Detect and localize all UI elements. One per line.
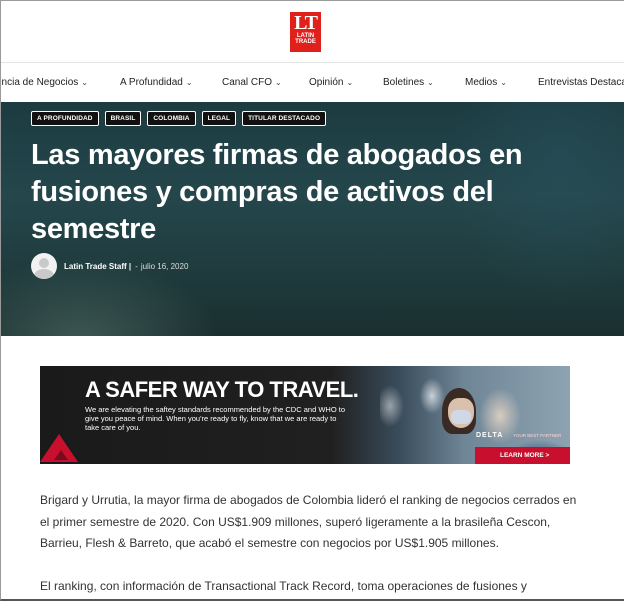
ad-body-text: We are elevating the saftey standards re… [85,405,345,432]
delta-partner-text: YOUR BEST PARTNER [513,433,562,438]
nav-item-boletines[interactable]: Boletines ⌄ [383,63,434,103]
chevron-down-icon: ⌄ [275,78,282,87]
ad-passenger-mask [451,410,471,424]
chevron-down-icon: ⌄ [185,78,193,87]
delta-widget-inner-icon [54,450,68,460]
article-title: Las mayores firmas de abogados en fusion… [31,139,523,245]
nav-item-opinion[interactable]: Opinión ⌄ [309,63,353,103]
article-paragraph-1: Brigard y Urrutia, la mayor firma de abo… [40,493,577,550]
logo-text: LT [294,12,318,34]
publish-date: julio 16, 2020 [140,261,189,271]
tag-a-profundidad[interactable]: A PROFUNDIDAD [31,111,99,126]
chevron-down-icon: ⌄ [81,78,88,87]
chevron-down-icon: ⌄ [500,78,507,87]
author-name[interactable]: Latin Trade Staff | [64,262,131,271]
meta-separator: - [135,261,138,271]
chevron-down-icon: ⌄ [346,78,354,87]
logo-subtext: LATIN TRADE [295,33,316,45]
tag-legal[interactable]: LEGAL [201,111,237,126]
nav-item-entrevistas[interactable]: Entrevistas Destaca [538,63,624,103]
ad-headline: A SAFER WAY TO TRAVEL. [85,377,359,402]
learn-more-button[interactable]: LEARN MORE > [475,447,570,464]
tag-titular-destacado[interactable]: TITULAR DESTACADO [242,111,327,126]
nav-item-canal-cfo[interactable]: Canal CFO ⌄ [222,63,282,103]
article-tags: A PROFUNDIDAD BRASIL COLOMBIA LEGAL TITU… [31,111,327,126]
nav-item-a-profundidad[interactable]: A Profundidad ⌄ [120,63,193,103]
main-navigation: encia de Negocios ⌄ A Profundidad ⌄ Canal … [0,62,624,103]
article-paragraph-2: El ranking, con información de Transacti… [40,579,527,593]
article-meta: Latin Trade Staff | - julio 16, 2020 [31,253,188,279]
delta-brand: DELTA [476,432,504,439]
latin-trade-logo[interactable]: LT LATIN TRADE [290,12,321,52]
nav-item-inteligencia[interactable]: encia de Negocios ⌄ [0,63,88,103]
user-avatar-icon[interactable] [31,253,57,279]
chevron-down-icon: ⌄ [427,78,434,87]
nav-item-medios[interactable]: Medios ⌄ [465,63,507,103]
tag-brasil[interactable]: BRASIL [104,111,142,126]
tag-colombia[interactable]: COLOMBIA [147,111,196,126]
